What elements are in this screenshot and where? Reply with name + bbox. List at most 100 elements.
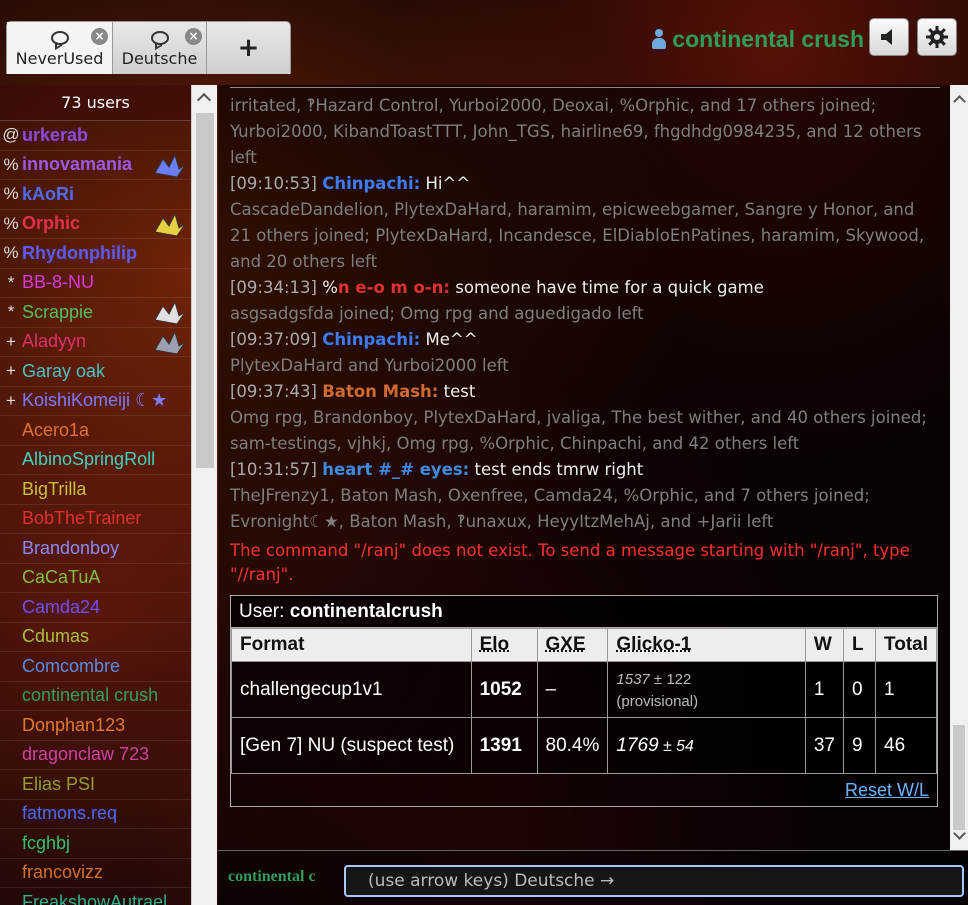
user-list-item[interactable]: + Aladyyn: [0, 328, 191, 357]
user-name[interactable]: FreakshowAutrael: [22, 892, 167, 905]
user-list-item[interactable]: + KoishiKomeiji ☾★: [0, 387, 191, 416]
current-user[interactable]: continental crush: [652, 24, 864, 54]
user-name[interactable]: urkerab: [22, 125, 88, 146]
message-speaker[interactable]: Chinpachi:: [322, 174, 420, 193]
user-list-item[interactable]: Camda24: [0, 593, 191, 623]
user-rank: @: [2, 125, 20, 145]
user-name[interactable]: Aladyyn: [22, 331, 86, 352]
close-icon[interactable]: ×: [91, 28, 108, 45]
w-cell: 1: [804, 661, 845, 718]
chat-message: [10:31:57] heart #_# eyes: test ends tmr…: [230, 457, 938, 483]
user-list-item[interactable]: % innovamania: [0, 151, 191, 180]
ladder-table: Format Elo GXE Glicko-1 W L Total challe…: [231, 628, 937, 774]
user-name[interactable]: Brandonboy: [22, 538, 119, 559]
speaker-rank: %: [322, 278, 338, 297]
user-list-item[interactable]: francovizz: [0, 859, 191, 888]
user-list-item[interactable]: @ urkerab: [0, 121, 191, 151]
user-list-item[interactable]: CaCaTuA: [0, 564, 191, 593]
message-speaker[interactable]: heart #_# eyes:: [322, 460, 469, 479]
user-name[interactable]: Orphic: [22, 213, 80, 234]
userlist-scrollbar[interactable]: [191, 85, 217, 905]
user-list-item[interactable]: % Rhydonphilip: [0, 239, 191, 269]
col-gxe: GXE: [536, 628, 609, 662]
settings-button[interactable]: [917, 18, 957, 56]
user-list-item[interactable]: Comcombre: [0, 652, 191, 682]
elo-cell: 1391: [470, 717, 538, 774]
user-list-item[interactable]: dragonclaw 723: [0, 741, 191, 770]
user-name[interactable]: BB-8-NU: [22, 272, 94, 293]
user-list-item[interactable]: fcghbj: [0, 829, 191, 859]
user-list-item[interactable]: BobTheTrainer: [0, 505, 191, 534]
user-name[interactable]: Donphan123: [22, 715, 125, 736]
user-name[interactable]: Acero1a: [22, 420, 89, 441]
user-list-item[interactable]: * Scrappie: [0, 298, 191, 328]
message-speaker[interactable]: n e-o m o-n:: [338, 278, 450, 297]
user-list-item[interactable]: BigTrilla: [0, 475, 191, 505]
user-name[interactable]: AlbinoSpringRoll: [22, 449, 155, 470]
message-speaker[interactable]: Baton Mash:: [322, 382, 438, 401]
user-rank: *: [7, 272, 15, 292]
user-name[interactable]: fcghbj: [22, 833, 70, 854]
message-timestamp: [09:37:09]: [230, 330, 317, 349]
scrollbar-thumb[interactable]: [953, 725, 965, 830]
user-list-item[interactable]: % kAoRi: [0, 180, 191, 210]
tab-deutsche[interactable]: Deutsche ×: [113, 22, 207, 74]
speaker-icon: [881, 29, 892, 45]
gear-icon: [926, 26, 948, 48]
join-leave-notice: PlytexDaHard and Yurboi2000 left: [230, 356, 509, 375]
scroll-up-icon[interactable]: [953, 95, 966, 108]
user-list-item[interactable]: continental crush: [0, 682, 191, 711]
chat-message: [09:37:43] Baton Mash: test: [230, 379, 938, 405]
user-list-item[interactable]: Brandonboy: [0, 534, 191, 564]
user-name[interactable]: continental crush: [22, 685, 158, 706]
user-list-item[interactable]: FreakshowAutrael: [0, 888, 191, 905]
user-name[interactable]: Rhydonphilip: [22, 243, 137, 264]
user-list-item[interactable]: fatmons.req: [0, 800, 191, 829]
user-list-item[interactable]: % Orphic: [0, 210, 191, 239]
user-list-item[interactable]: Acero1a: [0, 416, 191, 446]
user-name[interactable]: francovizz: [22, 862, 103, 883]
user-name[interactable]: Comcombre: [22, 656, 120, 677]
user-name[interactable]: Scrappie: [22, 302, 93, 323]
user-list-item[interactable]: Donphan123: [0, 711, 191, 741]
user-name[interactable]: BobTheTrainer: [22, 508, 141, 529]
message-timestamp: [10:31:57]: [230, 460, 317, 479]
user-name[interactable]: BigTrilla: [22, 479, 86, 500]
scroll-up-icon[interactable]: [196, 92, 212, 108]
message-text: test: [443, 382, 476, 401]
chat-scrollbar[interactable]: [950, 85, 968, 850]
close-icon[interactable]: ×: [185, 28, 202, 45]
format-cell: [Gen 7] NU (suspect test): [231, 717, 472, 774]
user-name[interactable]: KoishiKomeiji ☾★: [22, 390, 167, 411]
stats-panel: User: continentalcrush Format Elo GXE Gl…: [230, 595, 938, 807]
reset-wl-link[interactable]: Reset W/L: [845, 780, 929, 800]
sound-button[interactable]: [869, 18, 909, 56]
user-name[interactable]: innovamania: [22, 154, 132, 175]
chat-input[interactable]: (use arrow keys) Deutsche →: [344, 865, 964, 897]
user-list-item[interactable]: AlbinoSpringRoll: [0, 446, 191, 475]
user-name[interactable]: fatmons.req: [22, 803, 117, 824]
user-name[interactable]: kAoRi: [22, 184, 74, 205]
avatar-sprite-icon: [149, 153, 187, 179]
elo-cell: 1052: [470, 661, 538, 718]
message-text: Hi^^: [425, 174, 471, 193]
user-list-item[interactable]: Elias PSI: [0, 770, 191, 800]
message-timestamp: [09:10:53]: [230, 174, 317, 193]
user-name[interactable]: Camda24: [22, 597, 100, 618]
user-name[interactable]: Garay oak: [22, 361, 105, 382]
scrollbar-thumb[interactable]: [196, 113, 214, 468]
user-list-item[interactable]: * BB-8-NU: [0, 269, 191, 298]
user-name[interactable]: CaCaTuA: [22, 567, 100, 588]
table-row: challengecup1v1 1052 – 1537 ± 122 (provi…: [231, 661, 937, 718]
user-name[interactable]: Cdumas: [22, 626, 89, 647]
user-list-item[interactable]: + Garay oak: [0, 357, 191, 387]
tab-label: Deutsche: [121, 49, 198, 68]
message-speaker[interactable]: Chinpachi:: [322, 330, 420, 349]
add-tab-button[interactable]: +: [207, 22, 290, 74]
user-count: 73 users: [0, 85, 191, 121]
tab-neverused[interactable]: NeverUsed ×: [7, 22, 113, 74]
user-name[interactable]: Elias PSI: [22, 774, 95, 795]
user-list-item[interactable]: Cdumas: [0, 623, 191, 652]
user-name[interactable]: dragonclaw 723: [22, 744, 149, 765]
user-rank: *: [7, 302, 15, 322]
